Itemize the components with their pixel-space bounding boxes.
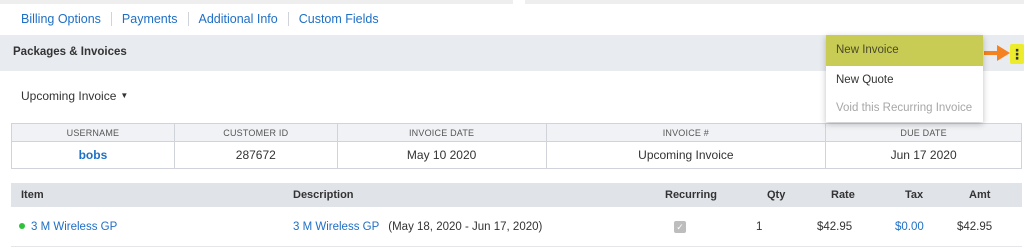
tab-additional-info[interactable]: Additional Info xyxy=(187,12,288,26)
top-divider-right xyxy=(525,0,1024,4)
column-header-rate: Rate xyxy=(831,189,855,201)
column-header-amt: Amt xyxy=(969,189,991,201)
tab-billing-options[interactable]: Billing Options xyxy=(11,12,111,26)
description-period: (May 18, 2020 - Jun 17, 2020) xyxy=(388,221,543,233)
customer-id-value: 287672 xyxy=(173,141,338,169)
rate-value: $42.95 xyxy=(817,221,853,233)
upcoming-invoice-dropdown[interactable]: Upcoming Invoice ▼ xyxy=(21,89,128,103)
recurring-checkbox: ✓ xyxy=(674,221,686,233)
column-header-description: Description xyxy=(293,189,354,201)
table-row: 3 M Wireless GP 3 M Wireless GP (May 18,… xyxy=(11,207,1022,247)
top-divider-left xyxy=(0,0,513,4)
column-header-qty: Qty xyxy=(767,189,786,201)
section-title: Packages & Invoices xyxy=(13,46,127,58)
column-header-invoice-number: INVOICE # xyxy=(545,123,827,142)
invoice-date-value: May 10 2020 xyxy=(336,141,547,169)
tax-link[interactable]: $0.00 xyxy=(895,207,924,247)
invoice-number-value: Upcoming Invoice xyxy=(545,141,827,169)
subnav-tabs: Billing Options Payments Additional Info… xyxy=(11,7,389,31)
status-dot-icon xyxy=(19,223,25,229)
item-link[interactable]: 3 M Wireless GP xyxy=(31,221,117,233)
menu-item-new-quote[interactable]: New Quote xyxy=(826,66,983,94)
column-header-tax: Tax xyxy=(905,189,924,201)
check-icon: ✓ xyxy=(676,222,684,232)
tab-payments[interactable]: Payments xyxy=(110,12,188,26)
menu-item-new-invoice[interactable]: New Invoice xyxy=(826,35,983,66)
column-header-customer-id: CUSTOMER ID xyxy=(173,123,338,142)
amt-value: $42.95 xyxy=(957,221,993,233)
actions-dropdown-menu: New Invoice New Quote Void this Recurrin… xyxy=(826,35,983,122)
more-vertical-icon[interactable]: ⋮ xyxy=(1010,44,1024,64)
column-header-due-date: DUE DATE xyxy=(825,123,1022,142)
description-cell: 3 M Wireless GP (May 18, 2020 - Jun 17, … xyxy=(293,207,542,247)
items-table-header: Item Description Recurring Qty Rate Tax … xyxy=(11,183,1022,207)
menu-item-void-recurring-invoice: Void this Recurring Invoice xyxy=(836,102,973,114)
username-link[interactable]: bobs xyxy=(11,141,175,169)
invoice-info-table: USERNAME CUSTOMER ID INVOICE DATE INVOIC… xyxy=(11,123,1022,169)
caret-down-icon: ▼ xyxy=(120,91,129,100)
column-header-item: Item xyxy=(21,189,44,201)
item-cell: 3 M Wireless GP xyxy=(19,207,117,247)
upcoming-invoice-label: Upcoming Invoice xyxy=(21,89,117,103)
column-header-recurring: Recurring xyxy=(665,189,717,201)
due-date-value: Jun 17 2020 xyxy=(825,141,1022,169)
column-header-username: USERNAME xyxy=(11,123,175,142)
arrow-right-icon xyxy=(984,45,1010,61)
description-link[interactable]: 3 M Wireless GP xyxy=(293,221,379,233)
tab-custom-fields[interactable]: Custom Fields xyxy=(287,12,389,26)
column-header-invoice-date: INVOICE DATE xyxy=(336,123,547,142)
qty-value: 1 xyxy=(756,221,763,233)
